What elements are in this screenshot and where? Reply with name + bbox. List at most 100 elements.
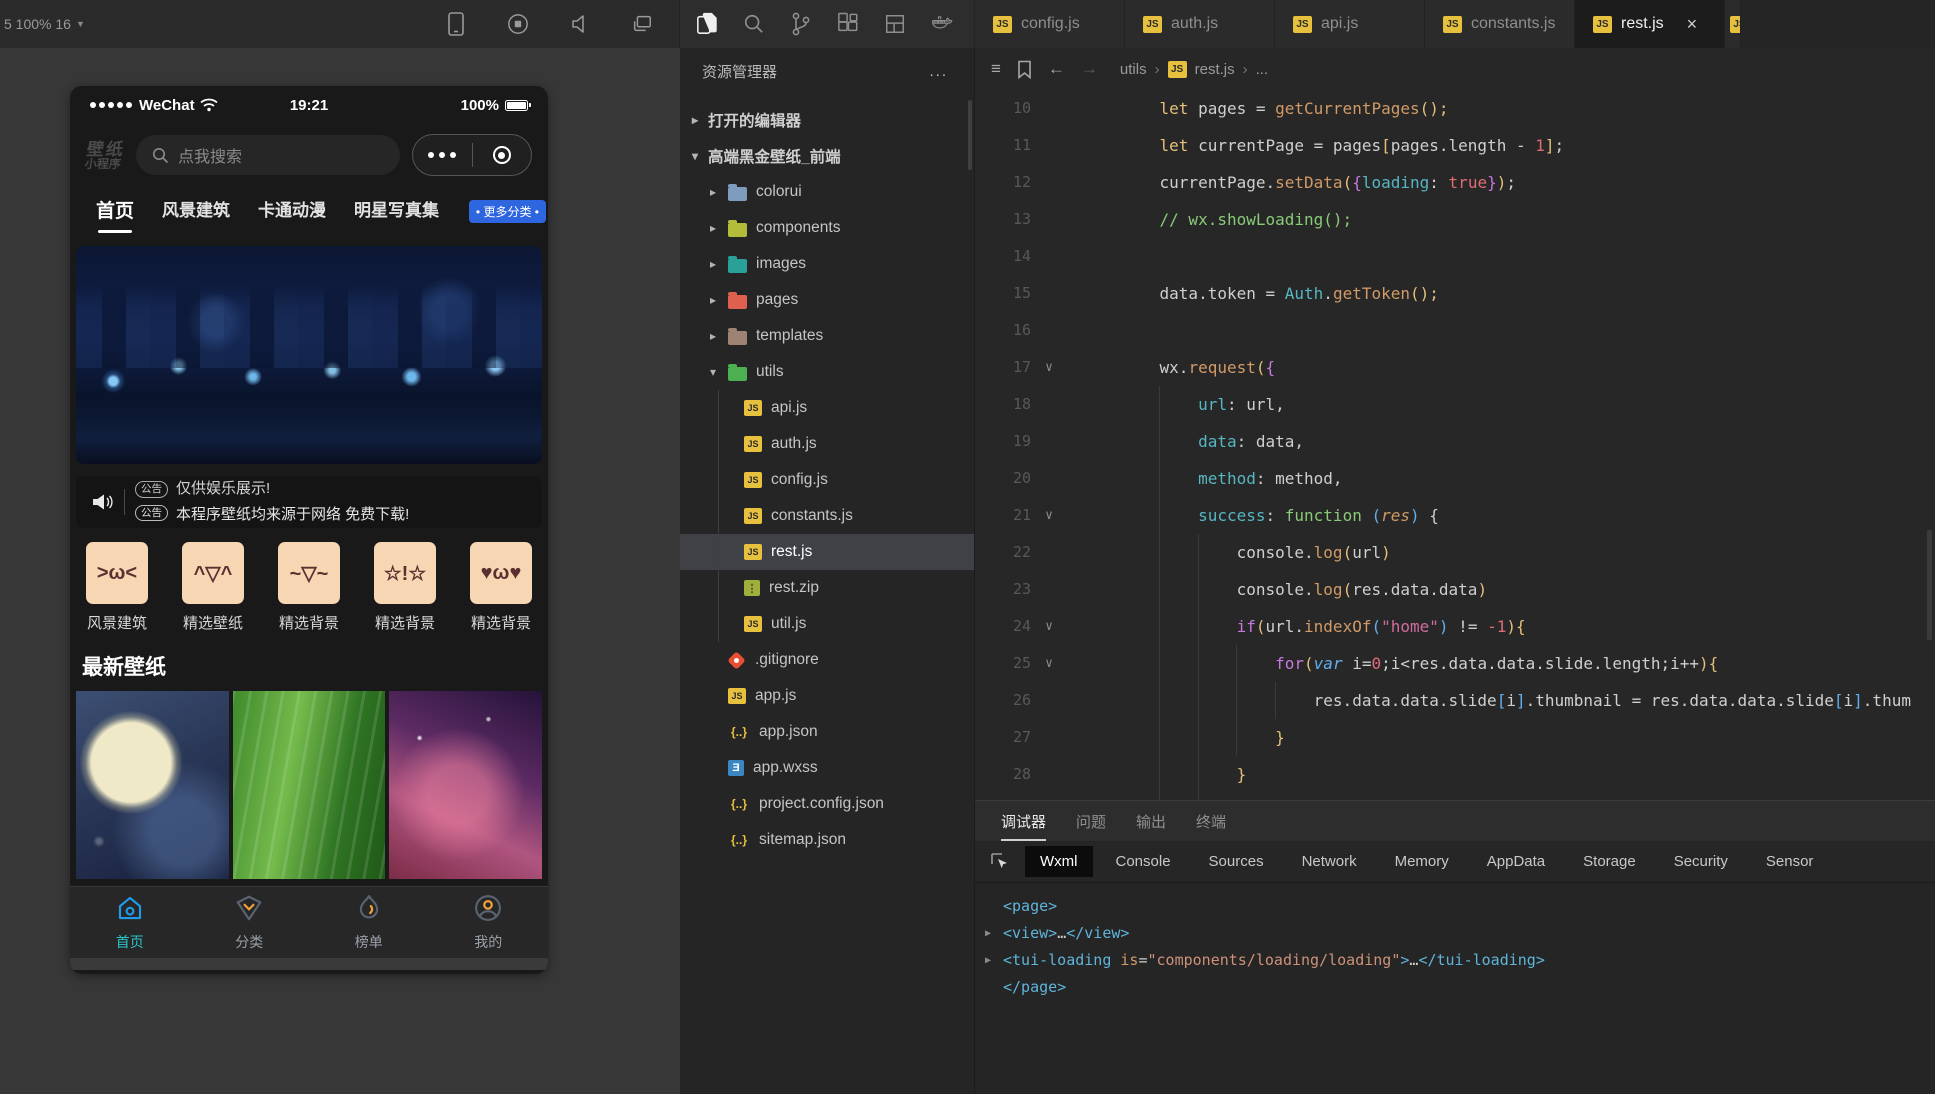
- debugger-tab-调试器[interactable]: 调试器: [1001, 802, 1047, 841]
- expand-arrow-icon[interactable]: ▶: [985, 947, 991, 974]
- fold-chevron-icon[interactable]: ∨: [1031, 349, 1067, 386]
- phone-tab-榜单[interactable]: 榜单: [353, 893, 385, 952]
- category-精选背景[interactable]: ♥ω♥ 精选背景: [470, 542, 532, 633]
- close-tab-icon[interactable]: ×: [1687, 14, 1698, 35]
- devtools-tab-network[interactable]: Network: [1287, 846, 1372, 877]
- editor-tab-constants.js[interactable]: JS constants.js: [1425, 0, 1575, 48]
- devtools-tab-sensor[interactable]: Sensor: [1751, 846, 1829, 877]
- tree-item-打开的编辑器[interactable]: ▸ 打开的编辑器: [680, 102, 974, 138]
- tree-item-constants.js[interactable]: JS constants.js: [680, 498, 974, 534]
- tree-item-app.json[interactable]: {..} app.json: [680, 714, 974, 750]
- docker-icon[interactable]: [931, 13, 953, 35]
- category-风景建筑[interactable]: >ω< 风景建筑: [86, 542, 148, 633]
- devtools-tab-wxml[interactable]: Wxml: [1025, 846, 1093, 877]
- phone-tab-首页[interactable]: 首页: [114, 893, 146, 952]
- editor-tab-api.js[interactable]: JS api.js: [1275, 0, 1425, 48]
- category-精选背景[interactable]: ~▽~ 精选背景: [278, 542, 340, 633]
- editor-scrollbar[interactable]: [1927, 530, 1932, 640]
- wallpaper-thumbnail-moon[interactable]: [76, 691, 229, 879]
- simulator-zoom-control[interactable]: 5 100% 16 ▼: [4, 16, 85, 32]
- category-精选背景[interactable]: ☆!☆ 精选背景: [374, 542, 436, 633]
- tree-item-rest.js[interactable]: JS rest.js: [680, 534, 974, 570]
- speaker-icon[interactable]: [569, 13, 591, 35]
- wallpaper-thumbnail-grass[interactable]: [232, 691, 386, 879]
- close-miniprogram-button[interactable]: [473, 146, 532, 164]
- tree-item-app.js[interactable]: JS app.js: [680, 678, 974, 714]
- debugger-tab-终端[interactable]: 终端: [1196, 802, 1226, 841]
- wxml-node[interactable]: ▶ <tui-loading is="components/loading/loa…: [981, 947, 1931, 974]
- activity-bar: [680, 0, 975, 48]
- phone-icon[interactable]: [445, 12, 467, 36]
- tree-item-images[interactable]: ▸ images: [680, 246, 974, 282]
- tree-item-components[interactable]: ▸ components: [680, 210, 974, 246]
- inspect-element-icon[interactable]: [985, 848, 1015, 876]
- forward-icon[interactable]: →: [1081, 59, 1098, 79]
- line-number: 18: [1012, 395, 1031, 413]
- expand-arrow-icon[interactable]: ▶: [985, 920, 991, 947]
- breadcrumb-more[interactable]: ...: [1256, 61, 1269, 78]
- fold-chevron-icon[interactable]: ∨: [1031, 608, 1067, 645]
- search-input[interactable]: 点我搜索: [136, 135, 400, 175]
- phone-tab-分类[interactable]: 分类: [233, 893, 265, 952]
- source-control-icon[interactable]: [790, 12, 812, 36]
- tree-item-colorui[interactable]: ▸ colorui: [680, 174, 974, 210]
- tree-item-rest.zip[interactable]: ⋮ rest.zip: [680, 570, 974, 606]
- editor-tab-config.js[interactable]: JS config.js: [975, 0, 1125, 48]
- tree-item-auth.js[interactable]: JS auth.js: [680, 426, 974, 462]
- editor-tab-partial[interactable]: JS: [1725, 0, 1741, 48]
- more-categories-badge[interactable]: • 更多分类 •: [468, 200, 546, 223]
- record-icon[interactable]: [507, 13, 529, 35]
- devtools-tab-console[interactable]: Console: [1101, 846, 1186, 877]
- more-menu-button[interactable]: [413, 152, 472, 158]
- wxml-node[interactable]: </page>: [981, 974, 1931, 1001]
- tree-item-util.js[interactable]: JS util.js: [680, 606, 974, 642]
- windows-icon[interactable]: [631, 13, 653, 35]
- code-editor[interactable]: 10 let pages = getCurrentPages(); 11 let …: [975, 90, 1935, 800]
- extensions-icon[interactable]: [837, 12, 859, 35]
- nav-tab-明星写真集[interactable]: 明星写真集: [354, 196, 439, 231]
- debugger-tab-输出[interactable]: 输出: [1136, 802, 1166, 841]
- devtools-tab-memory[interactable]: Memory: [1380, 846, 1464, 877]
- nav-tab-首页[interactable]: 首页: [96, 196, 134, 233]
- wallpaper-thumbnail-aurora[interactable]: [389, 691, 543, 879]
- tree-item-config.js[interactable]: JS config.js: [680, 462, 974, 498]
- devtools-tab-sources[interactable]: Sources: [1194, 846, 1279, 877]
- devtools-tab-security[interactable]: Security: [1659, 846, 1743, 877]
- wxml-node[interactable]: ▶ <view>…</view>: [981, 920, 1931, 947]
- tree-item-.gitignore[interactable]: .gitignore: [680, 642, 974, 678]
- fold-chevron-icon[interactable]: ∨: [1031, 793, 1067, 800]
- outline-icon[interactable]: ≡: [991, 59, 1001, 79]
- explorer-more-button[interactable]: ...: [929, 63, 948, 80]
- tree-item-pages[interactable]: ▸ pages: [680, 282, 974, 318]
- tree-item-utils[interactable]: ▾ utils: [680, 354, 974, 390]
- tree-item-templates[interactable]: ▸ templates: [680, 318, 974, 354]
- phone-tab-我的[interactable]: 我的: [472, 893, 504, 952]
- debugger-tab-问题[interactable]: 问题: [1076, 802, 1106, 841]
- nav-tab-风景建筑[interactable]: 风景建筑: [162, 196, 230, 231]
- category-精选壁纸[interactable]: ^▽^ 精选壁纸: [182, 542, 244, 633]
- layout-icon[interactable]: [884, 13, 906, 35]
- tree-item-project.config.json[interactable]: {..} project.config.json: [680, 786, 974, 822]
- breadcrumb-folder[interactable]: utils: [1120, 61, 1147, 78]
- wxml-node[interactable]: <page>: [981, 893, 1931, 920]
- breadcrumb-file[interactable]: rest.js: [1195, 61, 1235, 78]
- devtools-tab-appdata[interactable]: AppData: [1472, 846, 1560, 877]
- fold-chevron-icon[interactable]: ∨: [1031, 645, 1067, 682]
- tree-item-高端黑金壁纸_前端[interactable]: ▾ 高端黑金壁纸_前端: [680, 138, 974, 174]
- tree-item-app.wxss[interactable]: Ǝapp.wxss: [680, 750, 974, 786]
- editor-tab-rest.js[interactable]: JS rest.js ×: [1575, 0, 1725, 48]
- files-icon[interactable]: [696, 12, 718, 35]
- fold-chevron-icon[interactable]: ∨: [1031, 497, 1067, 534]
- back-icon[interactable]: ←: [1048, 59, 1065, 79]
- editor-tab-auth.js[interactable]: JS auth.js: [1125, 0, 1275, 48]
- explorer-scrollbar[interactable]: [968, 100, 972, 170]
- nav-tab-卡通动漫[interactable]: 卡通动漫: [258, 196, 326, 231]
- banner-carousel-image[interactable]: [76, 246, 542, 464]
- search-icon[interactable]: [743, 13, 765, 35]
- tree-item-sitemap.json[interactable]: {..} sitemap.json: [680, 822, 974, 858]
- devtools-tab-storage[interactable]: Storage: [1568, 846, 1651, 877]
- tree-item-api.js[interactable]: JS api.js: [680, 390, 974, 426]
- code-text: }: [1067, 756, 1247, 793]
- bookmark-icon[interactable]: [1017, 60, 1032, 79]
